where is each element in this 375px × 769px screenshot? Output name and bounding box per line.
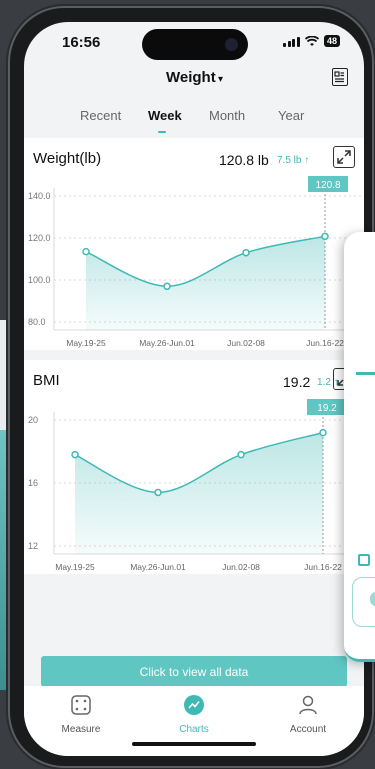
home-indicator: [132, 742, 256, 746]
data-point: [319, 428, 327, 437]
nav-measure[interactable]: Measure: [51, 694, 111, 735]
x-tick-label: May.26-Jun.01: [130, 562, 186, 572]
tab-recent[interactable]: Recent: [80, 108, 121, 123]
data-point: [71, 450, 79, 459]
x-tick-label: Jun.16-22: [304, 562, 342, 572]
app-screen: 16:56 48 Weight ▾ Recent Week Month Year…: [24, 22, 364, 756]
nav-account-label: Account: [289, 724, 327, 735]
area-fill: [75, 432, 323, 554]
view-all-data-button[interactable]: Click to view all data: [41, 656, 347, 687]
value-tooltip-label: 120.8: [315, 180, 340, 191]
report-icon[interactable]: [332, 68, 348, 86]
nav-measure-label: Measure: [61, 724, 101, 735]
data-point: [237, 450, 245, 459]
bmi-value: 19.2: [283, 374, 311, 390]
nav-charts-label: Charts: [179, 724, 209, 735]
account-icon: [299, 695, 317, 715]
bmi-card-title: BMI: [33, 372, 60, 389]
status-time: 16:56: [62, 34, 101, 51]
dynamic-island: [142, 29, 248, 60]
y-tick-label: 12: [28, 541, 38, 551]
data-point: [242, 248, 250, 257]
x-tick-label: Jun.16-22: [306, 338, 344, 348]
checkbox-icon: [358, 554, 370, 566]
y-tick-label: 140.0: [28, 191, 51, 201]
charts-icon: [184, 695, 204, 715]
bmi-chart: 20 16 12 19.2 May.19-25 May.26-Jun.01 Jun.02-0…: [28, 399, 364, 572]
page-title-dropdown[interactable]: Weight: [166, 69, 216, 86]
tab-month[interactable]: Month: [209, 108, 245, 123]
weight-value: 120.8 lb: [219, 152, 269, 168]
value-tooltip-label: 19.2: [317, 403, 337, 414]
weight-chart: 140.0 120.0 100.0 80.0 120.8 May.19-25 May.26-…: [28, 176, 364, 348]
wifi-icon: [304, 35, 319, 46]
chevron-down-icon[interactable]: ▾: [218, 74, 223, 85]
overlay-card: [344, 232, 375, 662]
battery-icon: 48: [323, 35, 340, 47]
status-icons: 48: [283, 35, 340, 47]
bottom-nav: Measure Charts Account: [24, 686, 364, 756]
camera-icon: [225, 38, 238, 51]
y-tick-label: 16: [28, 478, 38, 488]
measure-icon: [71, 695, 91, 715]
weight-card: Weight(lb) 120.8 lb 7.5 lb ↑ 140.0 120.0 1…: [24, 138, 364, 350]
data-point: [154, 488, 162, 497]
bmi-card: BMI 19.2 1.2 ↑ 20 16 12 19.2 May.19-25 May.26…: [24, 360, 364, 574]
weight-delta: 7.5 lb ↑: [277, 155, 310, 166]
nav-account[interactable]: Account: [278, 694, 338, 735]
signal-icon: [283, 36, 300, 47]
status-bar: 16:56 48: [24, 22, 364, 66]
tab-year[interactable]: Year: [278, 108, 304, 123]
data-point: [82, 247, 90, 256]
y-tick-label: 80.0: [28, 317, 46, 327]
x-tick-label: Jun.02-08: [222, 562, 260, 572]
x-tick-label: May.26-Jun.01: [139, 338, 195, 348]
x-tick-label: May.19-25: [66, 338, 106, 348]
area-fill: [86, 236, 325, 330]
y-tick-label: 20: [28, 415, 38, 425]
active-tab-indicator: [158, 131, 166, 133]
y-tick-label: 120.0: [28, 233, 51, 243]
x-tick-label: Jun.02-08: [227, 338, 265, 348]
x-tick-label: May.19-25: [55, 562, 95, 572]
expand-icon[interactable]: [333, 146, 355, 168]
tab-week[interactable]: Week: [148, 108, 182, 123]
weight-card-title: Weight(lb): [33, 150, 102, 167]
nav-charts[interactable]: Charts: [164, 694, 224, 735]
data-point: [321, 232, 329, 241]
app-header: Weight ▾: [24, 66, 364, 96]
period-tabs: Recent Week Month Year: [24, 102, 364, 134]
y-tick-label: 100.0: [28, 275, 51, 285]
data-point: [163, 282, 171, 291]
